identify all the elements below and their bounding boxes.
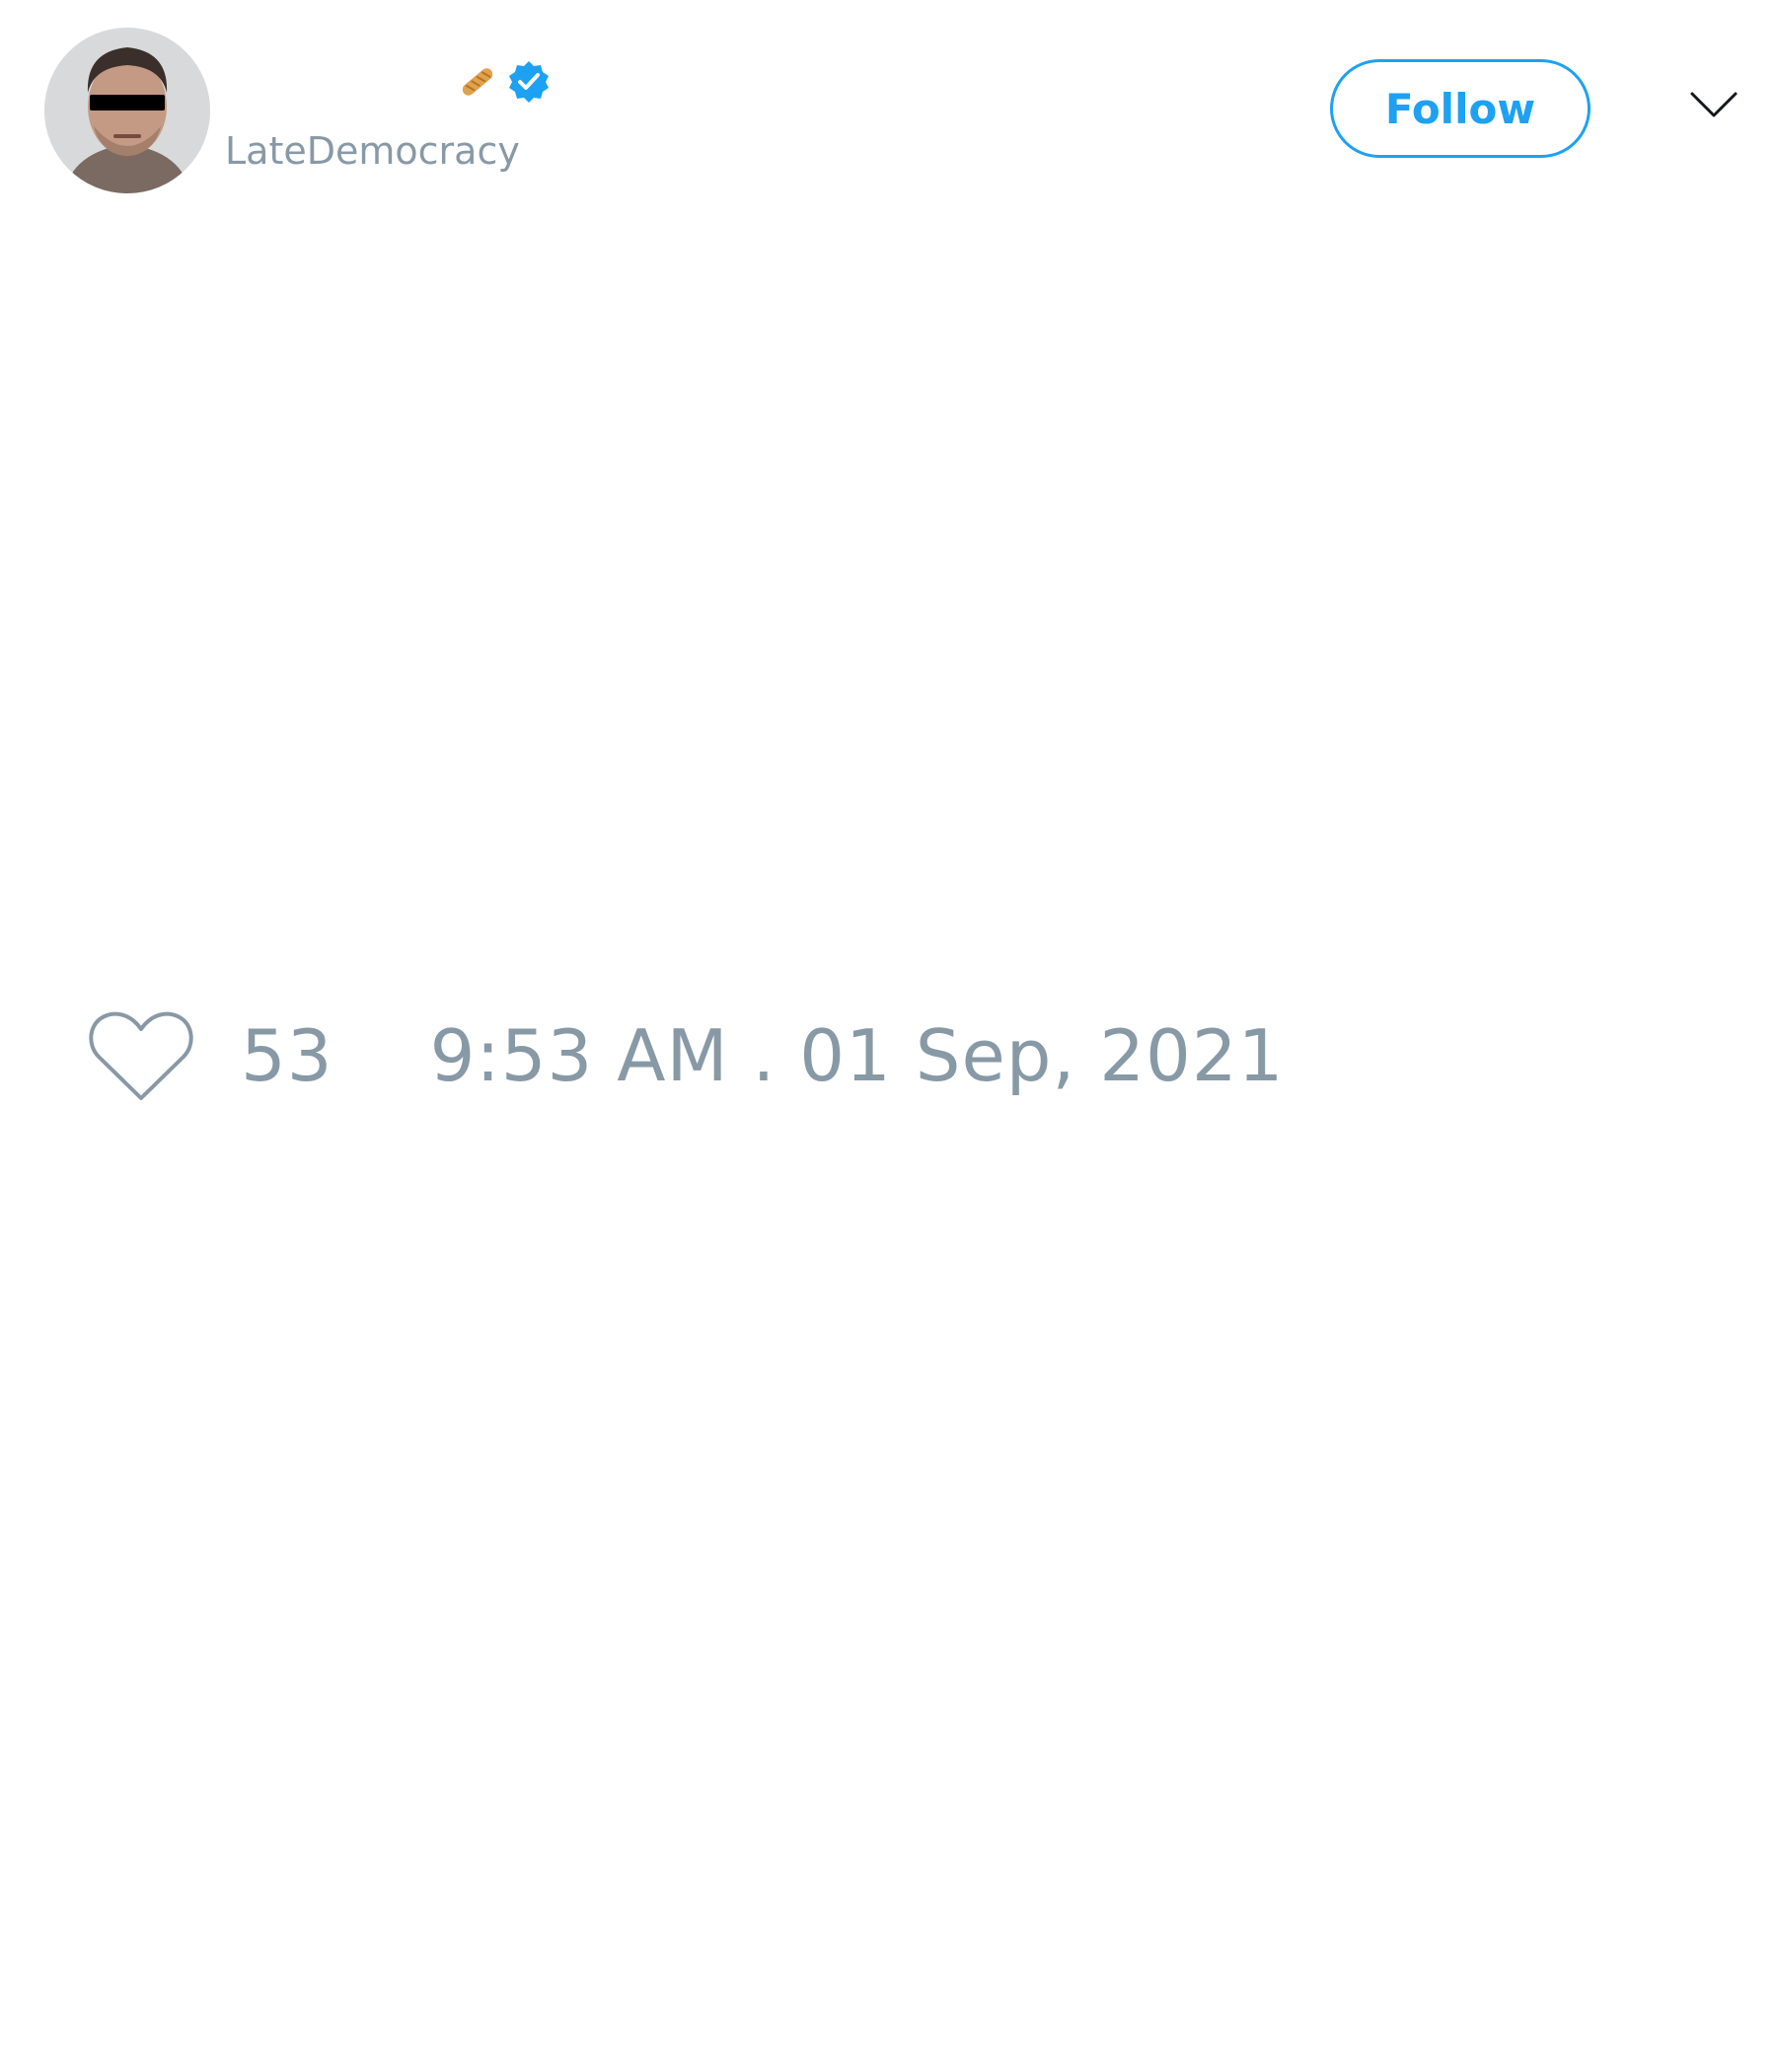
tweet-meta: 53 9:53 AM . 01 Sep, 2021 bbox=[89, 1006, 1284, 1105]
verified-badge-icon bbox=[505, 58, 553, 106]
follow-button[interactable]: Follow bbox=[1330, 59, 1591, 158]
author-handle[interactable]: LateDemocracy bbox=[225, 126, 520, 176]
like-heart-icon[interactable] bbox=[89, 1009, 193, 1102]
like-count[interactable]: 53 bbox=[241, 1014, 333, 1097]
author-name-row[interactable] bbox=[225, 54, 553, 110]
avatar-image bbox=[44, 28, 210, 193]
tweet-card: LateDemocracy Follow 53 9:53 AM . 01 Sep… bbox=[0, 0, 1776, 2072]
tweet-text bbox=[44, 227, 1732, 977]
chevron-down-icon[interactable] bbox=[1689, 89, 1739, 120]
baguette-icon bbox=[458, 62, 497, 102]
tweet-timestamp[interactable]: 9:53 AM . 01 Sep, 2021 bbox=[430, 1014, 1285, 1097]
avatar[interactable] bbox=[44, 28, 210, 193]
